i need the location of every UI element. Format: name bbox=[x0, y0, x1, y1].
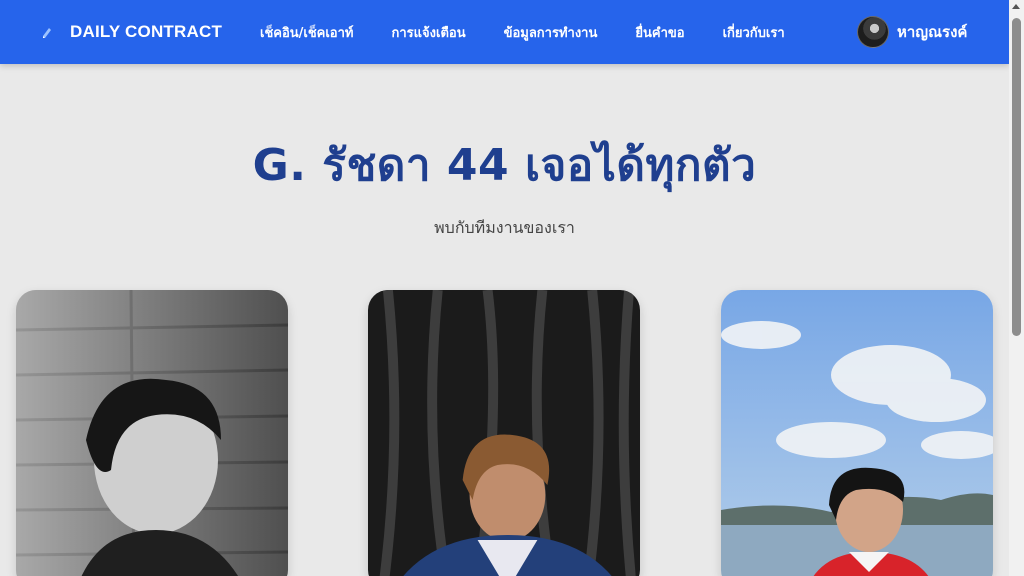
team-member-1-photo bbox=[16, 290, 288, 576]
brand[interactable]: DAILY CONTRACT bbox=[40, 0, 222, 64]
scroll-up-arrow-icon[interactable] bbox=[1012, 4, 1020, 9]
page-title: G. รัชดา 44 เจอได้ทุกตัว bbox=[252, 140, 757, 191]
logo-icon bbox=[43, 28, 51, 38]
team-member-2-photo bbox=[368, 290, 640, 576]
page-subtitle: พบกับทีมงานของเรา bbox=[434, 218, 575, 237]
page-scrollbar[interactable] bbox=[1009, 0, 1024, 576]
nav-link-submit-request[interactable]: ยื่นคำขอ bbox=[635, 22, 684, 43]
nav-link-checkin[interactable]: เช็คอิน/เช็คเอาท์ bbox=[260, 22, 354, 43]
team-card-1 bbox=[16, 290, 288, 576]
nav-link-about[interactable]: เกี่ยวกับเรา bbox=[723, 22, 785, 43]
avatar[interactable] bbox=[857, 16, 889, 48]
user-menu[interactable]: หาญณรงค์ bbox=[857, 0, 967, 64]
user-name: หาญณรงค์ bbox=[897, 23, 968, 41]
brand-name: DAILY CONTRACT bbox=[70, 22, 223, 41]
hero-section: G. รัชดา 44 เจอได้ทุกตัว พบกับทีมงานของเ… bbox=[0, 64, 1009, 241]
team-member-3-photo bbox=[721, 290, 993, 576]
nav-link-notifications[interactable]: การแจ้งเตือน bbox=[392, 22, 466, 43]
nav-links: เช็คอิน/เช็คเอาท์ การแจ้งเตือน ข้อมูลการ… bbox=[244, 0, 823, 64]
nav-link-work-info[interactable]: ข้อมูลการทำงาน bbox=[504, 22, 598, 43]
team-card-2 bbox=[368, 290, 640, 576]
scroll-thumb[interactable] bbox=[1012, 18, 1021, 336]
top-navbar: DAILY CONTRACT เช็คอิน/เช็คเอาท์ การแจ้ง… bbox=[0, 0, 1009, 64]
team-card-3 bbox=[721, 290, 993, 576]
